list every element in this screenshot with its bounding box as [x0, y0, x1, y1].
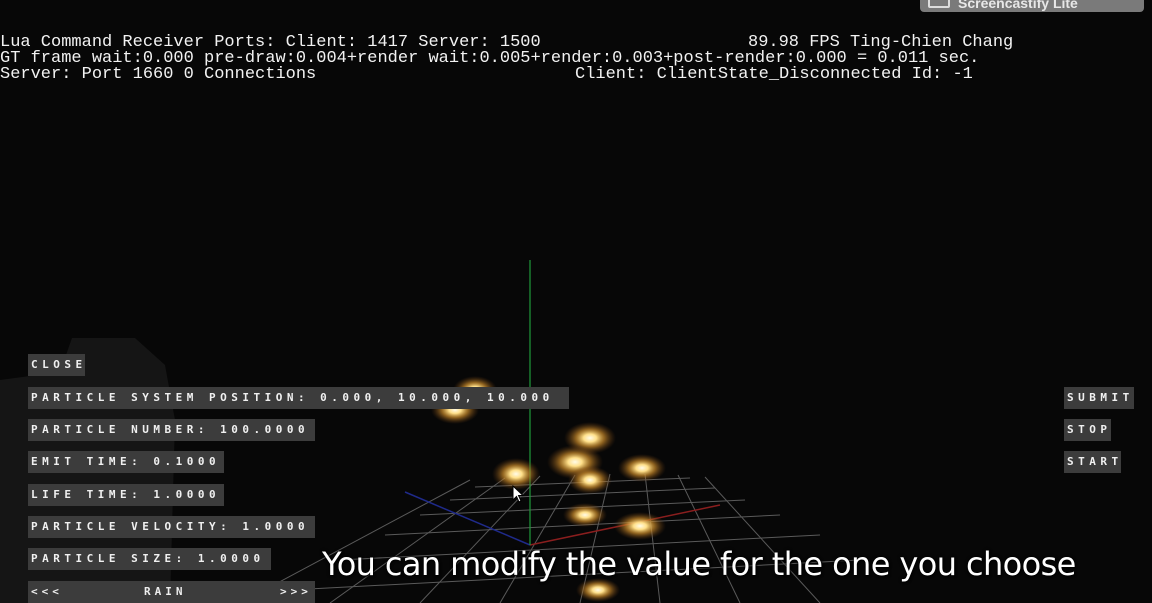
life-time-field[interactable]: LIFE TIME: 1.0000: [28, 484, 224, 506]
screencastify-watermark: Screencastify Lite: [920, 0, 1144, 12]
hud-server-status: Server: Port 1660 0 Connections: [0, 65, 317, 84]
viewport-scene: [0, 260, 861, 603]
start-button[interactable]: START: [1064, 451, 1121, 473]
next-preset-button[interactable]: >>>: [280, 581, 312, 603]
emit-time-field[interactable]: EMIT TIME: 0.1000: [28, 451, 224, 473]
mouse-cursor-icon: [512, 485, 524, 503]
submit-button[interactable]: SUBMIT: [1064, 387, 1134, 409]
particle-position-field[interactable]: PARTICLE SYSTEM POSITION: 0.000, 10.000,…: [28, 387, 569, 409]
particle-size-field[interactable]: PARTICLE SIZE: 1.0000: [28, 548, 271, 570]
ground-grid: [239, 473, 861, 603]
preset-label: RAIN: [144, 585, 187, 598]
previous-preset-button[interactable]: <<<: [31, 581, 63, 603]
stop-button[interactable]: STOP: [1064, 419, 1111, 441]
watermark-text: Screencastify Lite: [958, 0, 1078, 11]
particle-number-field[interactable]: PARTICLE NUMBER: 100.0000: [28, 419, 315, 441]
video-caption: You can modify the value for the one you…: [322, 545, 1076, 583]
close-button[interactable]: CLOSE: [28, 354, 85, 376]
preset-selector: <<< RAIN >>>: [28, 581, 315, 603]
camera-icon: [928, 0, 950, 8]
hud-client-status: Client: ClientState_Disconnected Id: -1: [575, 65, 973, 84]
particle-velocity-field[interactable]: PARTICLE VELOCITY: 1.0000: [28, 516, 315, 538]
